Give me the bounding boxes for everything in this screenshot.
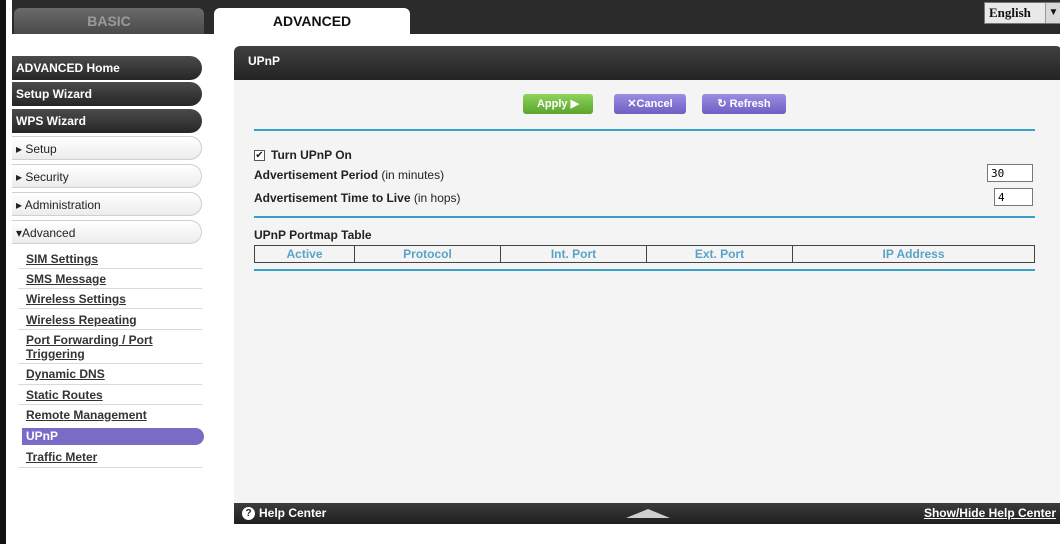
page-title: UPnP (234, 46, 1060, 80)
turn-upnp-on-label: Turn UPnP On (271, 148, 352, 162)
top-bar: BASIC ADVANCED English ▼ (12, 0, 1060, 34)
column-header-int-port: Int. Port (501, 246, 647, 262)
submenu-remote-management[interactable]: Remote Management (26, 408, 147, 422)
language-select[interactable]: English ▼ (984, 2, 1060, 24)
section-divider (254, 269, 1035, 271)
help-center-bar: ? Help Center Show/Hide Help Center (234, 503, 1060, 524)
submenu-sim-settings[interactable]: SIM Settings (26, 252, 98, 266)
turn-upnp-on-checkbox[interactable]: ✔ (254, 150, 265, 161)
expand-arrow-icon[interactable] (626, 509, 670, 518)
sidebar-item-advanced-home[interactable]: ADVANCED Home (12, 56, 202, 80)
divider (18, 384, 202, 385)
divider (18, 363, 202, 364)
sidebar-item-setup[interactable]: ▸ Setup (12, 136, 202, 160)
column-header-ip-address: IP Address (882, 247, 945, 261)
sidebar-item-wps-wizard[interactable]: WPS Wizard (12, 109, 202, 133)
tab-basic[interactable]: BASIC (14, 8, 204, 34)
divider (18, 308, 202, 309)
adv-period-label-text: Advertisement Period (254, 168, 379, 182)
section-divider (254, 129, 1035, 131)
divider (18, 404, 202, 405)
divider (18, 467, 202, 468)
portmap-table: Active Protocol Int. Port Ext. Port IP A… (254, 245, 1035, 263)
refresh-button[interactable]: ↻ Refresh (702, 94, 786, 114)
main-panel: UPnP Apply ▶ ✕Cancel ↻ Refresh ✔ Turn UP… (234, 46, 1060, 524)
help-icon[interactable]: ? (242, 507, 255, 520)
column-header-protocol: Protocol (355, 246, 501, 262)
submenu-dynamic-dns[interactable]: Dynamic DNS (26, 367, 105, 381)
sidebar-item-advanced[interactable]: ▾Advanced (12, 220, 202, 244)
adv-period-unit: (in minutes) (381, 168, 445, 182)
adv-ttl-label-text: Advertisement Time to Live (254, 191, 411, 205)
chevron-down-icon[interactable]: ▼ (1045, 3, 1060, 23)
adv-period-label: Advertisement Period (in minutes) (254, 168, 444, 182)
column-header-ext-port: Ext. Port (647, 246, 793, 262)
divider (18, 268, 202, 269)
router-admin-window: BASIC ADVANCED English ▼ ADVANCED Home S… (0, 0, 1060, 544)
submenu-wireless-repeating[interactable]: Wireless Repeating (26, 313, 137, 327)
portmap-table-title: UPnP Portmap Table (254, 228, 372, 242)
section-divider (254, 216, 1035, 218)
sidebar-item-security[interactable]: ▸ Security (12, 164, 202, 188)
submenu-sms-message[interactable]: SMS Message (26, 272, 106, 286)
sidebar-item-setup-wizard[interactable]: Setup Wizard (12, 82, 202, 106)
tab-advanced[interactable]: ADVANCED (214, 8, 410, 34)
adv-ttl-input[interactable] (994, 188, 1033, 206)
submenu-port-forwarding[interactable]: Port Forwarding / Port Triggering (26, 333, 176, 361)
submenu-upnp[interactable]: UPnP (22, 428, 204, 445)
submenu-static-routes[interactable]: Static Routes (26, 388, 103, 402)
submenu-wireless-settings[interactable]: Wireless Settings (26, 292, 126, 306)
divider (18, 329, 202, 330)
adv-ttl-unit: (in hops) (413, 191, 461, 205)
adv-period-input[interactable] (987, 164, 1033, 182)
submenu-traffic-meter[interactable]: Traffic Meter (26, 450, 97, 464)
help-center-label[interactable]: Help Center (259, 506, 326, 520)
divider (18, 288, 202, 289)
cancel-button[interactable]: ✕Cancel (614, 94, 686, 114)
sidebar-item-administration[interactable]: ▸ Administration (12, 192, 202, 216)
sidebar: ADVANCED Home Setup Wizard WPS Wizard ▸ … (12, 34, 208, 544)
adv-ttl-label: Advertisement Time to Live (in hops) (254, 191, 461, 205)
language-select-value: English (989, 5, 1031, 20)
apply-button[interactable]: Apply ▶ (523, 94, 593, 114)
column-header-active: Active (255, 246, 355, 262)
show-hide-help-center-link[interactable]: Show/Hide Help Center (924, 506, 1056, 520)
